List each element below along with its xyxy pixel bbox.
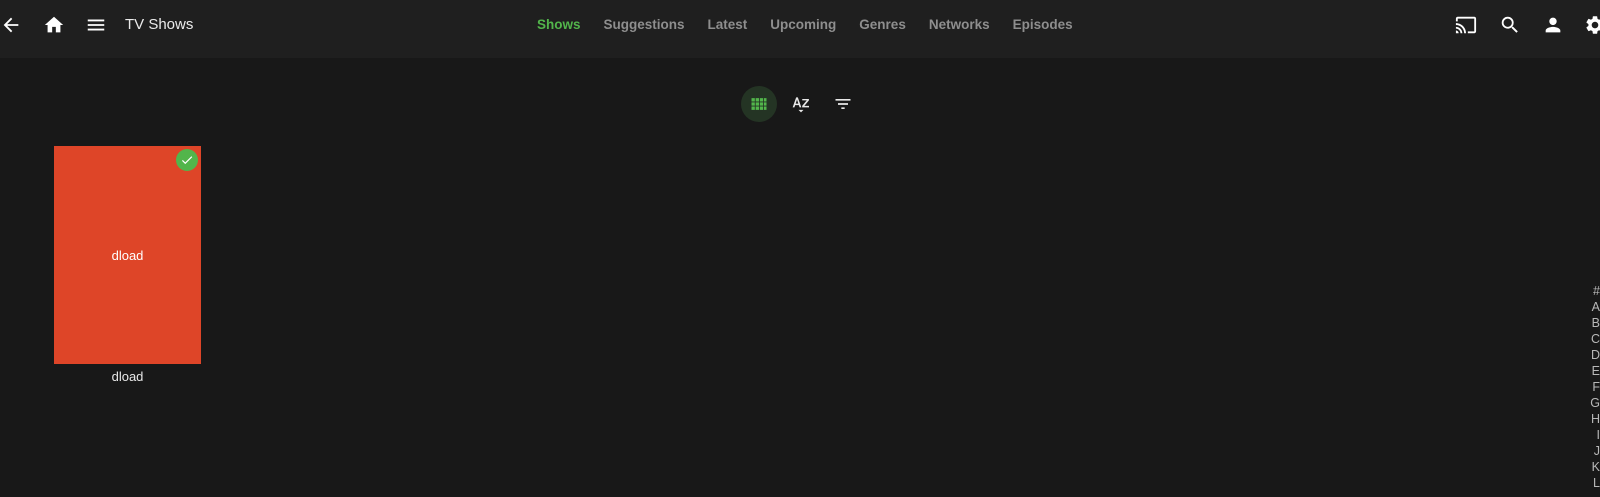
back-button[interactable] — [0, 10, 26, 40]
tab-suggestions[interactable]: Suggestions — [604, 17, 685, 32]
search-button[interactable] — [1495, 10, 1525, 40]
tab-upcoming[interactable]: Upcoming — [770, 17, 836, 32]
page-title: TV Shows — [125, 16, 194, 33]
alpha-letter[interactable]: J — [1594, 443, 1600, 459]
nav-tab-list: Shows Suggestions Latest Upcoming Genres Netw… — [537, 17, 1073, 32]
back-arrow-icon — [3, 17, 19, 33]
cast-icon — [1455, 16, 1477, 34]
sort-az-icon — [792, 97, 809, 113]
played-badge — [176, 149, 198, 171]
tab-genres[interactable]: Genres — [859, 17, 906, 32]
show-title[interactable]: dload — [54, 369, 201, 384]
alpha-letter[interactable]: B — [1592, 315, 1600, 331]
tab-episodes[interactable]: Episodes — [1013, 17, 1073, 32]
tab-latest[interactable]: Latest — [708, 17, 748, 32]
settings-button[interactable] — [1580, 10, 1600, 40]
checkmark-icon — [181, 156, 193, 165]
alpha-letter[interactable]: E — [1592, 363, 1600, 379]
poster-placeholder-text: dload — [111, 247, 144, 263]
app-root: TV Shows Shows Suggestions Latest Upcoming G… — [0, 0, 1600, 497]
alpha-letter[interactable]: I — [1597, 427, 1600, 443]
view-toolbar — [741, 86, 861, 122]
filter-icon — [835, 99, 851, 109]
home-icon — [44, 16, 64, 33]
show-card[interactable]: dload dload — [54, 146, 201, 384]
tab-shows[interactable]: Shows — [537, 17, 581, 32]
cast-button[interactable] — [1451, 10, 1481, 40]
search-icon — [1501, 16, 1518, 33]
filter-button[interactable] — [825, 86, 861, 122]
top-header: TV Shows Shows Suggestions Latest Upcoming G… — [0, 0, 1600, 58]
alpha-letter[interactable]: # — [1593, 283, 1600, 299]
grid-view-icon — [751, 98, 767, 110]
home-button[interactable] — [39, 10, 69, 40]
tab-networks[interactable]: Networks — [929, 17, 990, 32]
alpha-letter[interactable]: L — [1593, 475, 1600, 491]
alpha-letter[interactable]: K — [1592, 459, 1600, 475]
view-mode-button[interactable] — [741, 86, 777, 122]
alpha-letter[interactable]: F — [1592, 379, 1600, 395]
menu-button[interactable] — [81, 10, 111, 40]
user-button[interactable] — [1538, 10, 1568, 40]
alpha-letter[interactable]: D — [1591, 347, 1600, 363]
menu-icon — [87, 19, 105, 31]
sort-button[interactable] — [783, 86, 819, 122]
show-poster[interactable]: dload — [54, 146, 201, 364]
alpha-letter[interactable]: H — [1591, 411, 1600, 427]
nav-tabs: Shows Suggestions Latest Upcoming Genres Netw… — [0, 0, 1600, 50]
alpha-picker: # A B C D E F G H I J K L — [1586, 283, 1600, 491]
settings-icon — [1586, 16, 1600, 34]
alpha-letter[interactable]: C — [1591, 331, 1600, 347]
alpha-letter[interactable]: A — [1592, 299, 1600, 315]
alpha-letter[interactable]: G — [1590, 395, 1600, 411]
user-icon — [1545, 17, 1561, 33]
